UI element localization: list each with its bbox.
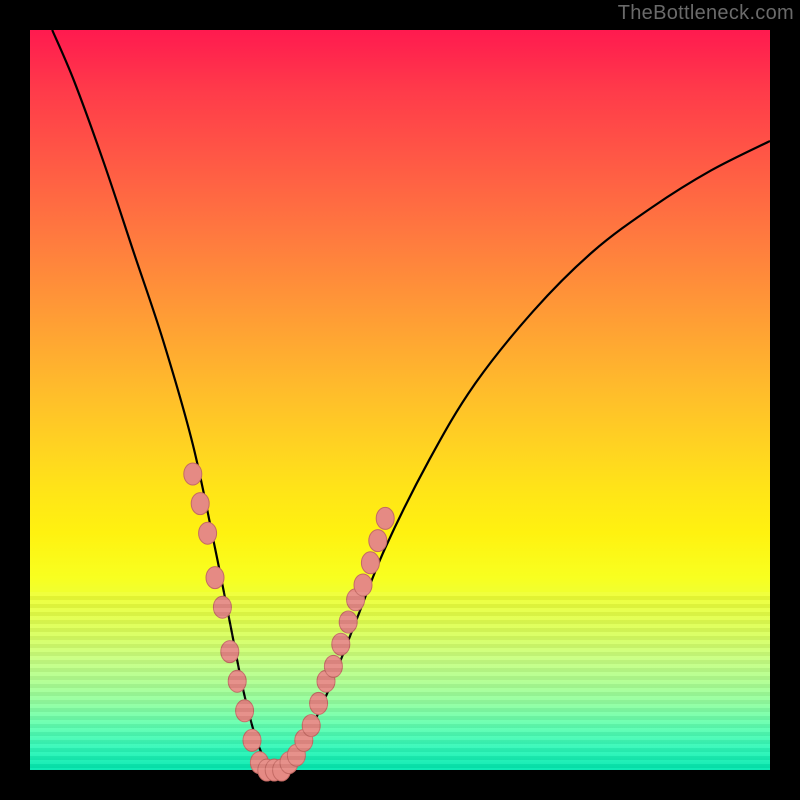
curve-marker xyxy=(361,552,379,574)
plot-area xyxy=(30,30,770,770)
curve-marker xyxy=(191,493,209,515)
curve-markers xyxy=(184,463,394,781)
curve-marker xyxy=(243,729,261,751)
curve-marker xyxy=(302,715,320,737)
curve-marker xyxy=(228,670,246,692)
curve-marker xyxy=(184,463,202,485)
curve-marker xyxy=(199,522,217,544)
curve-marker xyxy=(236,700,254,722)
curve-marker xyxy=(221,641,239,663)
watermark-text: TheBottleneck.com xyxy=(618,2,794,25)
curve-marker xyxy=(354,574,372,596)
bottleneck-curve-svg xyxy=(30,30,770,770)
curve-marker xyxy=(376,507,394,529)
curve-marker xyxy=(339,611,357,633)
curve-marker xyxy=(213,596,231,618)
chart-stage: TheBottleneck.com xyxy=(0,0,800,800)
curve-marker xyxy=(310,692,328,714)
curve-marker xyxy=(206,567,224,589)
curve-marker xyxy=(369,530,387,552)
curve-marker xyxy=(324,655,342,677)
bottleneck-curve xyxy=(52,30,770,770)
curve-marker xyxy=(332,633,350,655)
